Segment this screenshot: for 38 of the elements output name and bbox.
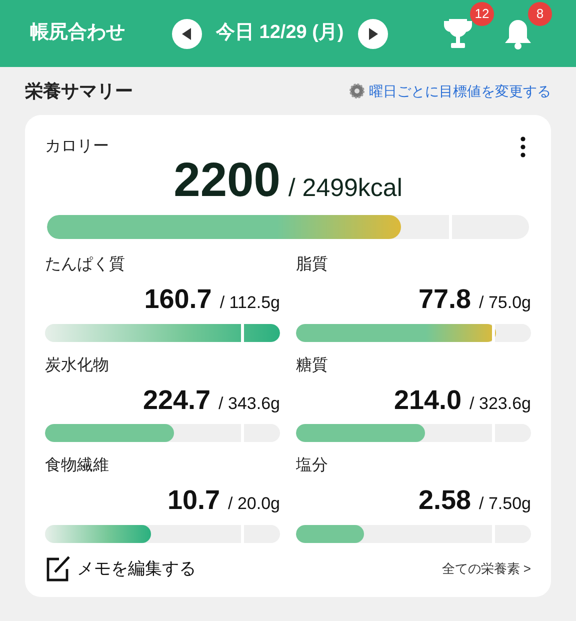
nutrient-label: たんぱく質	[45, 254, 126, 275]
nutrient-value: 214.0	[394, 384, 462, 416]
nutrient-value: 77.8	[418, 283, 471, 316]
nutrient-target: / 112.5g	[220, 292, 280, 314]
more-icon	[520, 136, 526, 158]
nutrient-target: / 343.6g	[218, 392, 280, 414]
calorie-label: カロリー	[45, 137, 109, 157]
change-targets-link[interactable]: 曜日ごとに目標値を変更する	[349, 80, 551, 102]
calorie-value: 2200	[174, 153, 280, 209]
app-title: 帳尻合わせ	[30, 21, 126, 46]
nutrient-value: 160.7	[144, 283, 212, 316]
nutrient-label: 塩分	[296, 456, 329, 476]
section-title: 栄養サマリー	[25, 80, 133, 102]
nutrient-target: / 323.6g	[470, 392, 531, 414]
edit-icon	[45, 554, 71, 582]
nutrient-value: 224.7	[142, 384, 211, 416]
edit-memo-button[interactable]: メモを編集する	[45, 554, 196, 582]
nutrient-value: 2.58	[418, 484, 471, 517]
nutrient-label: 炭水化物	[45, 356, 110, 376]
nutrient-label: 食物繊維	[45, 456, 110, 476]
notification-badge: 12	[470, 2, 494, 26]
trophy-icon	[444, 18, 472, 50]
date-label: 今日 12/29 (月)	[216, 21, 344, 46]
notification-badge: 8	[528, 2, 552, 26]
nutrient-target: / 7.50g	[479, 493, 531, 515]
nutrient-label: 糖質	[296, 356, 329, 376]
nutrient-target: / 20.0g	[228, 493, 280, 515]
left-triangle-icon	[182, 28, 192, 40]
next-day-button[interactable]	[358, 18, 388, 48]
calorie-target: / 2499kcal	[288, 173, 402, 204]
nutrient-label: 脂質	[296, 254, 329, 275]
nutrient-target: / 75.0g	[479, 292, 531, 314]
gear-icon	[349, 83, 365, 99]
previous-day-button[interactable]	[172, 18, 202, 48]
bell-icon	[503, 18, 533, 50]
right-triangle-icon	[368, 28, 378, 40]
nutrient-value: 10.7	[167, 484, 220, 517]
all-nutrients-link[interactable]: 全ての栄養素 >	[442, 558, 531, 578]
